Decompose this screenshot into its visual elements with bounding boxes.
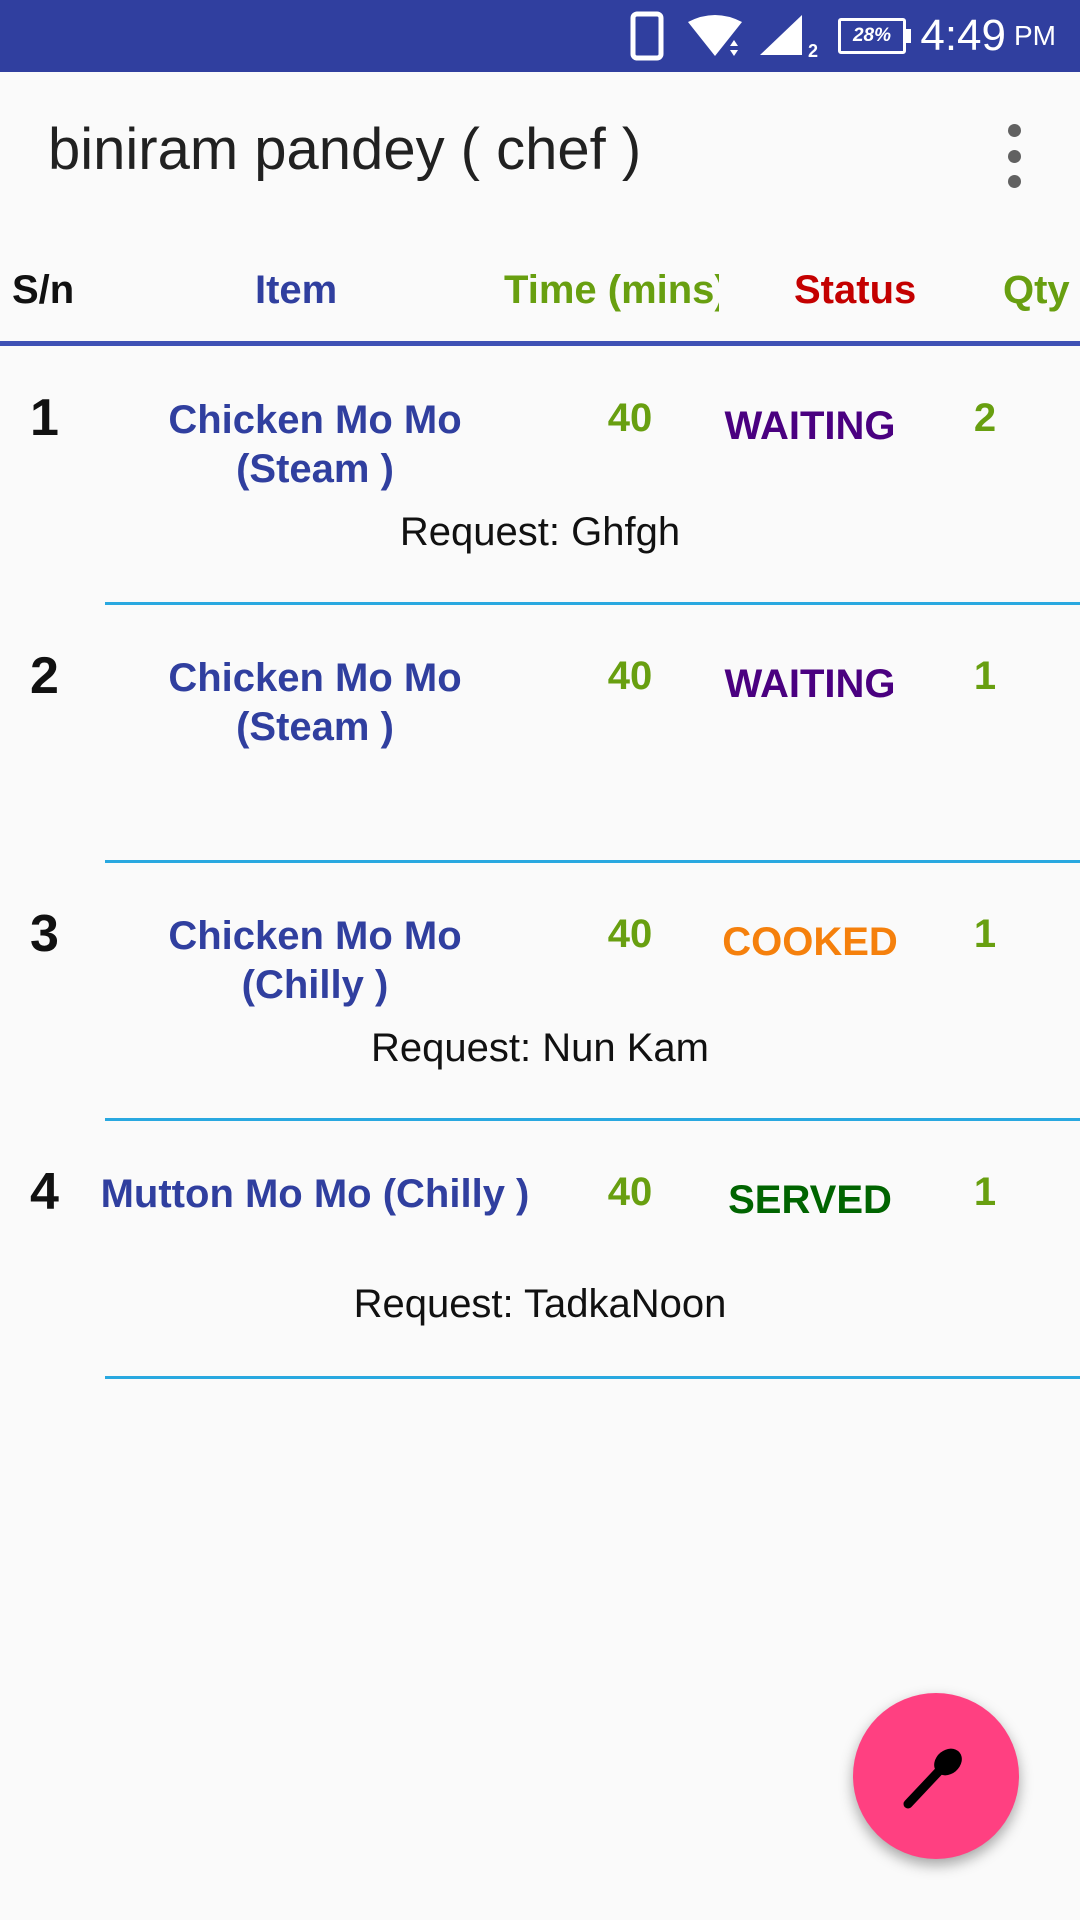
row-item: Mutton Mo Mo (Chilly ) — [80, 1170, 550, 1219]
row-time: 40 — [607, 654, 653, 698]
app-bar: biniram pandey ( chef ) — [0, 72, 1080, 240]
row-qty: 1 — [973, 1170, 997, 1214]
spoon-icon — [903, 1748, 962, 1809]
clock-time: 4:49 — [920, 11, 1006, 60]
status-bar: 2 28% 4:49 PM — [0, 0, 1080, 72]
row-item-line2: (Steam ) — [236, 447, 394, 491]
row-sn: 3 — [30, 905, 59, 963]
cell-signal-icon: 2 — [758, 0, 818, 72]
table-header: S/n Item Time (mins) Status Qty — [0, 240, 1080, 344]
battery-level: 28% — [852, 25, 892, 46]
status-badge: COOKED — [722, 920, 898, 964]
page-title: biniram pandey ( chef ) — [48, 117, 642, 182]
status-badge: WAITING — [724, 404, 896, 448]
row-divider — [105, 1376, 1080, 1379]
header-item: Item — [255, 268, 338, 312]
header-status: Status — [794, 268, 917, 312]
row-item-line1: Mutton Mo Mo (Chilly ) — [100, 1172, 530, 1216]
signal-sub-label: 2 — [808, 40, 819, 61]
table-row[interactable]: 1 Chicken Mo Mo (Steam ) 40 WAITING 2 Re… — [0, 346, 1080, 605]
row-time: 40 — [607, 1170, 653, 1214]
row-request: Request: Ghfgh — [399, 510, 681, 554]
row-item-line1: Chicken Mo Mo — [168, 398, 462, 442]
row-item: Chicken Mo Mo (Steam ) — [90, 396, 540, 494]
row-qty: 2 — [973, 396, 997, 440]
status-badge: WAITING — [724, 662, 896, 706]
row-item-line2: (Steam ) — [236, 705, 394, 749]
table-row[interactable]: 2 Chicken Mo Mo (Steam ) 40 WAITING 1 — [0, 604, 1080, 863]
more-vert-icon[interactable] — [990, 124, 1038, 188]
row-request: Request: Nun Kam — [371, 1026, 709, 1070]
row-sn: 2 — [30, 647, 59, 705]
row-sn: 4 — [30, 1163, 59, 1221]
row-item-line1: Chicken Mo Mo — [168, 914, 462, 958]
row-item-line1: Chicken Mo Mo — [168, 656, 462, 700]
row-sn: 1 — [30, 389, 59, 447]
clock-ampm: PM — [1014, 20, 1056, 51]
status-badge: SERVED — [728, 1178, 892, 1222]
fab-button[interactable] — [853, 1693, 1019, 1859]
clock: 4:49 PM — [920, 0, 1056, 72]
row-qty: 1 — [973, 654, 997, 698]
phone-icon — [630, 0, 664, 72]
row-request: Request: TadkaNoon — [353, 1282, 727, 1326]
header-qty: Qty — [1003, 268, 1070, 312]
battery-icon: 28% — [838, 0, 911, 72]
row-time: 40 — [607, 912, 653, 956]
row-item: Chicken Mo Mo (Chilly ) — [90, 912, 540, 1010]
header-sn: S/n — [12, 268, 75, 312]
table-row[interactable]: 3 Chicken Mo Mo (Chilly ) 40 COOKED 1 Re… — [0, 862, 1080, 1121]
row-item-line2: (Chilly ) — [241, 963, 389, 1007]
header-time: Time (mins) — [504, 268, 719, 312]
row-qty: 1 — [973, 912, 997, 956]
row-item: Chicken Mo Mo (Steam ) — [90, 654, 540, 752]
table-row[interactable]: 4 Mutton Mo Mo (Chilly ) 40 SERVED 1 Req… — [0, 1120, 1080, 1379]
row-time: 40 — [607, 396, 653, 440]
wifi-icon — [686, 0, 744, 72]
